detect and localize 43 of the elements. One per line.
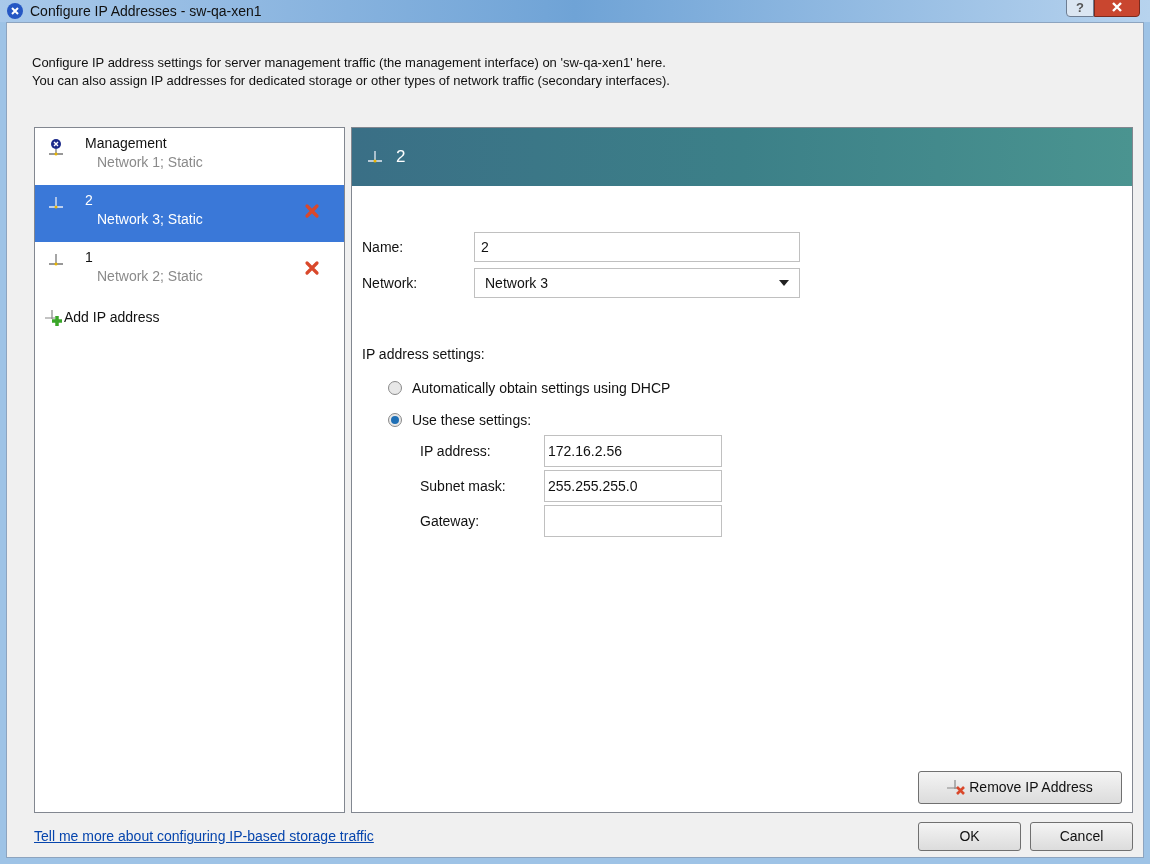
dialog-button[interactable]: Cancel (1030, 822, 1133, 851)
description-text: You can also assign IP addresses for dedicated storage or other types of network traffic (secondary interfaces). (32, 72, 671, 90)
name-label: Name: (362, 237, 405, 257)
field-label: Subnet mask: (420, 476, 507, 496)
interface-name: Management (85, 134, 168, 152)
interface-detail: Network 1; Static (96, 153, 204, 172)
radio-button[interactable] (388, 381, 402, 395)
description-text: Configure IP address settings for server management traffic (the management interface) on 'sw-qa-xen1' here. (32, 54, 667, 72)
field-label: Gateway: (420, 511, 481, 531)
close-button[interactable] (1094, 0, 1140, 17)
add-network-icon (45, 308, 63, 327)
dialog-button[interactable]: OK (918, 822, 1021, 851)
interface-detail: Network 3; Static (96, 210, 204, 229)
input-field[interactable] (544, 505, 722, 537)
network-interface-icon (366, 149, 384, 165)
app-icon (6, 2, 24, 20)
remove-network-icon (947, 778, 968, 797)
help-button[interactable]: ? (1066, 0, 1094, 17)
remove-icon[interactable] (304, 260, 320, 276)
close-icon (1110, 1, 1124, 13)
section-label: IP address settings: (362, 345, 486, 364)
input-field[interactable]: 172.16.2.56 (544, 435, 722, 467)
interface-item[interactable]: 2 Network 3; Static (35, 185, 344, 242)
remove-ip-address-button[interactable]: Remove IP Address (918, 771, 1122, 804)
field-label: IP address: (420, 441, 492, 461)
radio-button[interactable] (388, 413, 402, 427)
radio-option[interactable]: Automatically obtain settings using DHCP (388, 375, 1122, 401)
help-link[interactable]: Tell me more about configuring IP-based storage traffic (34, 826, 374, 847)
network-interface-icon (47, 195, 65, 211)
radio-option[interactable]: Use these settings: (388, 407, 1122, 433)
caret-icon (779, 280, 789, 286)
name-field[interactable]: 2 (474, 232, 800, 262)
detail-title: 2 (396, 146, 406, 169)
network-label: Network: (362, 273, 419, 293)
input-field[interactable]: 255.255.255.0 (544, 470, 722, 502)
interface-detail: Network 2; Static (96, 267, 204, 286)
network-dropdown[interactable]: Network 3 (474, 268, 800, 298)
window-title: Configure IP Addresses - sw-qa-xen1 (30, 1, 262, 21)
network-interface-icon (47, 252, 65, 268)
interface-name: 1 (85, 248, 94, 266)
add-ip-address-link[interactable]: Add IP address (45, 307, 344, 328)
interface-name: 2 (85, 191, 94, 209)
management-network-icon (47, 138, 65, 158)
